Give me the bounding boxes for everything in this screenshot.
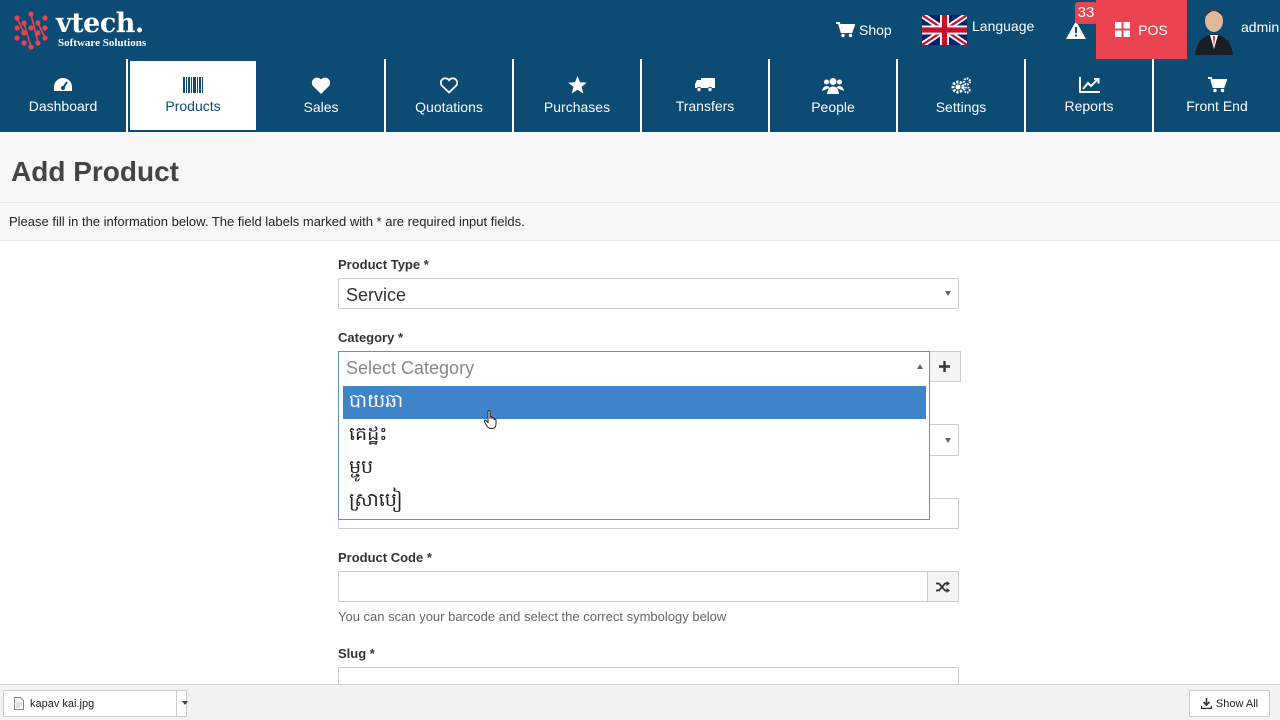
generate-code-button[interactable] xyxy=(927,571,959,602)
plus-icon xyxy=(939,361,950,372)
product-code-input[interactable] xyxy=(338,571,928,602)
logo-subtitle: Software Solutions xyxy=(58,37,147,49)
nav-transfers[interactable]: Transfers xyxy=(642,59,770,132)
product-code-help: You can scan your barcode and select the… xyxy=(338,609,727,624)
line-chart-icon xyxy=(1078,77,1100,93)
product-type-label: Product Type * xyxy=(338,257,429,272)
logo-mark-icon xyxy=(14,11,48,50)
nav-quotations[interactable]: Quotations xyxy=(386,59,514,132)
category-option[interactable]: ស្រាបៀ xyxy=(343,485,926,518)
random-icon xyxy=(936,580,950,593)
divider xyxy=(176,691,177,716)
category-option[interactable]: ម្ជូប xyxy=(343,452,926,485)
language-selector[interactable]: Language xyxy=(922,0,1034,59)
download-file-name: kapav kai.jpg xyxy=(30,697,95,710)
chevron-down-icon[interactable] xyxy=(182,701,188,705)
file-icon xyxy=(14,697,24,710)
category-options: បាយឆា គេដ្ឋះ ម្ជូប ស្រាបៀ xyxy=(343,386,926,518)
uk-flag-icon xyxy=(922,14,967,45)
nav-settings[interactable]: Settings xyxy=(898,59,1026,132)
chevron-up-icon xyxy=(917,364,923,369)
nav-label: Dashboard xyxy=(28,98,98,114)
product-type-select[interactable]: Service xyxy=(338,278,959,309)
category-select[interactable]: Select Category xyxy=(339,352,929,385)
nav-label: Settings xyxy=(935,98,987,115)
chevron-down-icon xyxy=(945,291,951,296)
category-dropdown[interactable]: Select Category បាយឆា គេដ្ឋះ ម្ជូប ស្រាប… xyxy=(338,351,930,520)
cart-icon xyxy=(836,21,855,37)
cart-icon xyxy=(1207,77,1227,93)
category-label: Category * xyxy=(338,330,404,345)
nav-label: Reports xyxy=(1064,98,1114,114)
logo-text: vtech. Software Solutions xyxy=(56,8,147,49)
shop-link[interactable]: Shop xyxy=(836,0,892,59)
nav-purchases[interactable]: Purchases xyxy=(514,59,642,132)
user-label: admin xyxy=(1241,18,1280,35)
nav-label: People xyxy=(811,98,855,115)
hand-cursor-icon xyxy=(484,410,497,429)
logo[interactable]: vtech. Software Solutions xyxy=(12,9,146,51)
star-icon xyxy=(567,76,587,94)
main-nav: Dashboard Products Sales Quotations Purc… xyxy=(0,59,1280,132)
product-type-value: Service xyxy=(346,285,407,305)
category-option[interactable]: បាយឆា xyxy=(343,386,926,419)
barcode-icon xyxy=(183,77,203,93)
show-all-button[interactable]: Show All xyxy=(1189,690,1270,717)
nav-people[interactable]: People xyxy=(770,59,898,132)
top-bar: vtech. Software Solutions Shop Language … xyxy=(0,0,1280,59)
nav-reports[interactable]: Reports xyxy=(1026,59,1154,132)
alert-count-badge: 33 xyxy=(1075,2,1097,24)
language-label: Language xyxy=(972,17,1035,34)
nav-sales[interactable]: Sales xyxy=(258,59,386,132)
page-title: Add Product xyxy=(11,156,179,187)
nav-label: Transfers xyxy=(675,98,735,114)
grid-icon xyxy=(1115,22,1131,37)
download-bar: kapav kai.jpg Show All xyxy=(0,684,1280,720)
intro-text: Please fill in the information below. Th… xyxy=(0,203,1280,241)
shop-label: Shop xyxy=(859,21,892,38)
nav-label: Quotations xyxy=(415,98,483,115)
category-placeholder: Select Category xyxy=(346,358,475,378)
nav-label: Sales xyxy=(303,98,339,115)
download-item[interactable]: kapav kai.jpg xyxy=(3,690,188,717)
chevron-down-icon xyxy=(945,438,951,443)
cogs-icon xyxy=(951,76,971,94)
download-icon xyxy=(1200,698,1212,709)
category-option[interactable]: គេដ្ឋះ xyxy=(343,419,926,452)
add-category-button[interactable] xyxy=(929,351,961,382)
pos-button[interactable]: POS xyxy=(1096,0,1187,59)
truck-icon xyxy=(695,78,715,93)
dashboard-icon xyxy=(54,78,72,91)
product-code-label: Product Code * xyxy=(338,550,432,565)
heart-icon xyxy=(311,77,331,94)
pos-label: POS xyxy=(1138,21,1168,38)
nav-label: Front End xyxy=(1186,98,1248,114)
nav-products[interactable]: Products xyxy=(128,59,258,132)
nav-dashboard[interactable]: Dashboard xyxy=(0,59,128,132)
logo-title: vtech. xyxy=(56,8,144,39)
nav-label: Purchases xyxy=(543,99,611,115)
nav-label: Products xyxy=(165,98,221,114)
users-icon xyxy=(822,77,844,94)
nav-front-end[interactable]: Front End xyxy=(1154,59,1280,132)
page-header: Add Product xyxy=(0,132,1280,203)
avatar xyxy=(1195,4,1233,55)
heart-outline-icon xyxy=(439,76,459,94)
user-menu[interactable]: admin xyxy=(1187,0,1280,59)
slug-input[interactable] xyxy=(338,667,959,685)
show-all-label: Show All xyxy=(1215,697,1259,710)
slug-label: Slug * xyxy=(338,646,375,661)
